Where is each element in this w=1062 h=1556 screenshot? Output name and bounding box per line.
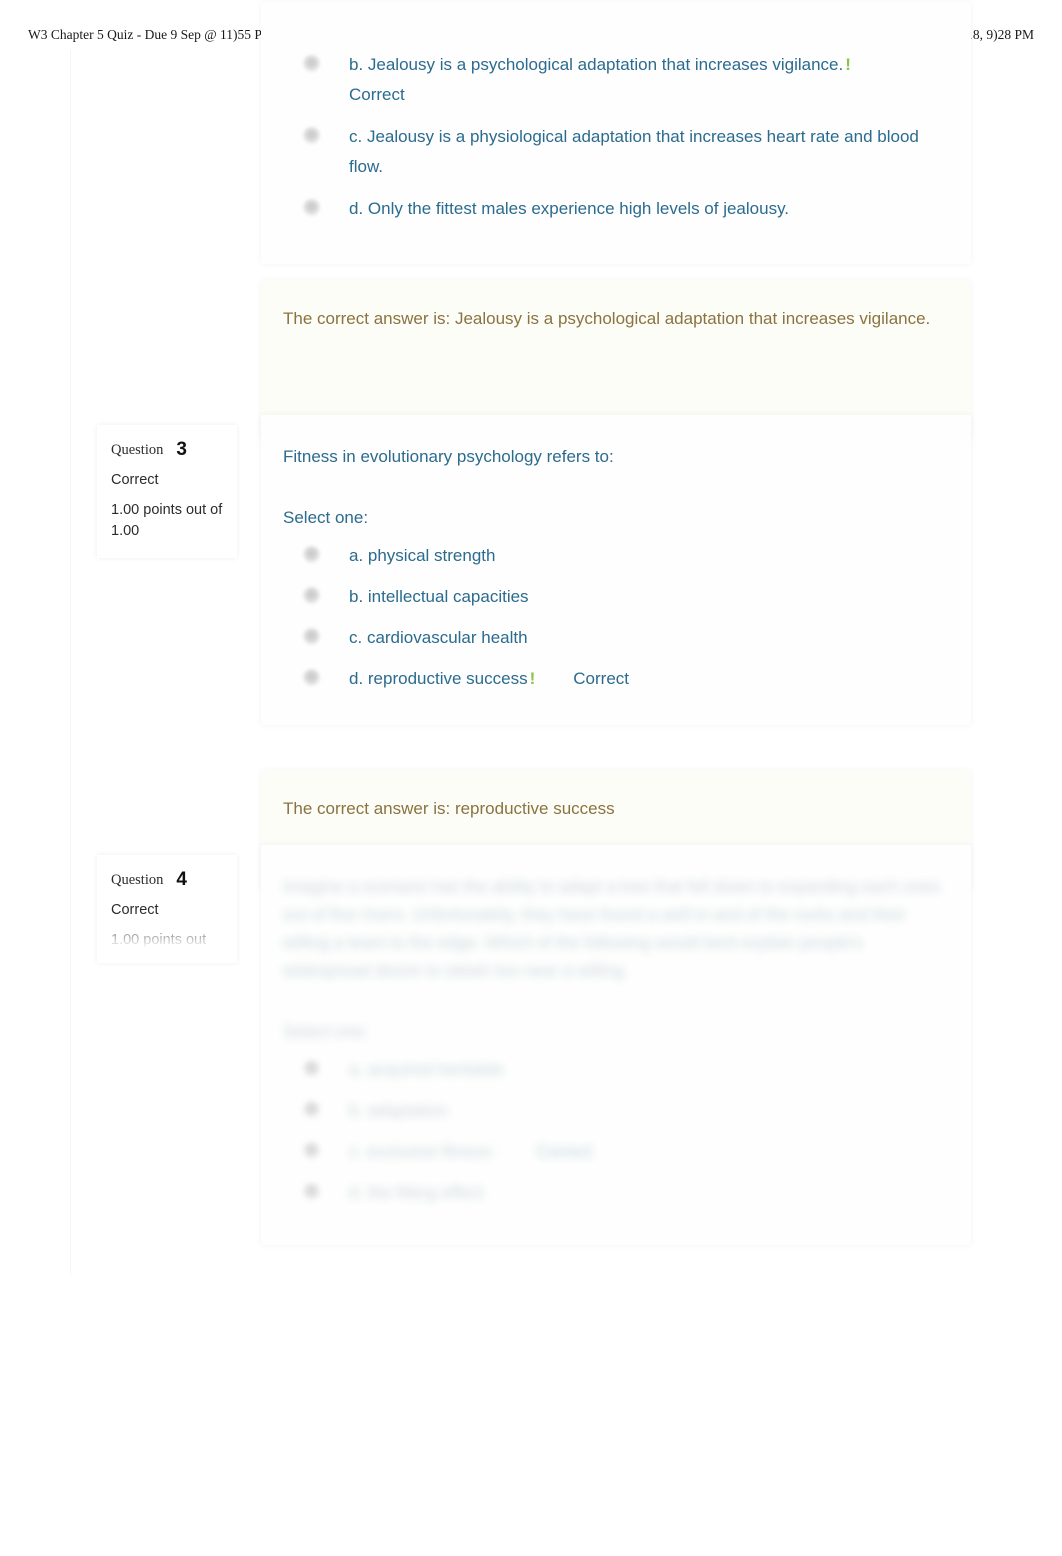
question-3-number: 3 [176,439,187,460]
radio-button-icon[interactable] [303,669,320,686]
answer-option-d[interactable]: d. reproductive success! Correct [283,664,949,698]
question-3-feedback-text: The correct answer is: reproductive succ… [283,799,615,818]
question-3-text: Fitness in evolutionary psychology refer… [283,447,614,466]
question-4-content: Imagine a scenario has the ability to ad… [261,845,971,1245]
question-4-select-one-label: Select one: [283,1022,369,1041]
radio-button-icon[interactable] [303,546,320,563]
print-header-title: W3 Chapter 5 Quiz - Due 9 Sep @ 11)55 PM [28,27,274,42]
question-4-status: Correct [111,902,159,918]
answer-option-b[interactable]: b. Jealousy is a psychological adaptatio… [283,50,949,110]
question-3-heading: Question 3 [111,439,223,461]
answer-option-d-marker: Correct [573,669,629,688]
answer-option-a[interactable]: a. physical strength [283,541,949,575]
radio-button-icon[interactable] [303,199,320,216]
radio-button-icon[interactable] [303,628,320,645]
question-4-text: Imagine a scenario has the ability to ad… [283,877,940,980]
question-3-status: Correct [111,472,159,488]
page-bottom-whitespace [0,1275,1062,1556]
answer-option-b-label: b. intellectual capacities [349,587,529,606]
question-4-grade: 1.00 points out [111,932,207,948]
answer-option-c[interactable]: c. cardiovascular health [283,623,949,657]
answer-option-c-label: c. Jealousy is a physiological adaptatio… [349,127,919,176]
question-3-content: Fitness in evolutionary psychology refer… [261,415,971,725]
answer-option-b-marker: Correct [349,85,405,104]
answer-option-b-label: b. adaptation [349,1101,448,1120]
answer-option-d[interactable]: d. the fitting effect [283,1178,949,1212]
answer-option-a-label: a. physical strength [349,546,496,565]
radio-button-icon[interactable] [303,55,320,72]
answer-option-d[interactable]: d. Only the fittest males experience hig… [283,194,949,228]
page-sheet: b. Jealousy is a psychological adaptatio… [70,2,992,1275]
radio-button-icon[interactable] [303,1060,320,1077]
radio-button-icon[interactable] [303,1183,320,1200]
answer-option-d-label: d. reproductive success [349,669,528,688]
answer-option-b-label: b. Jealousy is a psychological adaptatio… [349,55,844,74]
correct-bang-icon: ! [492,1142,499,1161]
answer-option-a[interactable]: a. acquired heritable [283,1055,949,1089]
question-word-label: Question [111,872,164,888]
question-4-number: 4 [176,869,187,890]
answer-option-b[interactable]: b. adaptation [283,1096,949,1130]
radio-button-icon[interactable] [303,587,320,604]
answer-option-c-label: c. cardiovascular health [349,628,528,647]
question-4-info: Question 4 Correct 1.00 points out [97,855,237,963]
question-3-grade: 1.00 points out of 1.00 [111,502,223,539]
answer-option-a-label: a. acquired heritable [349,1060,504,1079]
question-2-feedback-text: The correct answer is: Jealousy is a psy… [283,309,931,328]
question-3-info: Question 3 Correct 1.00 points out of 1.0… [97,425,237,558]
question-word-label: Question [111,442,164,458]
correct-bang-icon: ! [529,669,536,688]
radio-button-icon[interactable] [303,127,320,144]
radio-button-icon[interactable] [303,1142,320,1159]
question-3-select-one-label: Select one: [283,508,369,527]
answer-option-b[interactable]: b. intellectual capacities [283,582,949,616]
answer-option-d-label: d. Only the fittest males experience hig… [349,199,790,218]
radio-button-icon[interactable] [303,1101,320,1118]
answer-option-c[interactable]: c. exclusive fitness! Correct [283,1137,949,1171]
correct-bang-icon: ! [845,55,851,74]
answer-option-c-marker: Correct [536,1142,593,1161]
question-4-heading: Question 4 [111,869,223,891]
question-2-content: b. Jealousy is a psychological adaptatio… [261,2,971,264]
answer-option-c-label: c. exclusive fitness [349,1142,491,1161]
answer-option-d-label: d. the fitting effect [349,1183,483,1202]
answer-option-c[interactable]: c. Jealousy is a physiological adaptatio… [283,122,949,182]
